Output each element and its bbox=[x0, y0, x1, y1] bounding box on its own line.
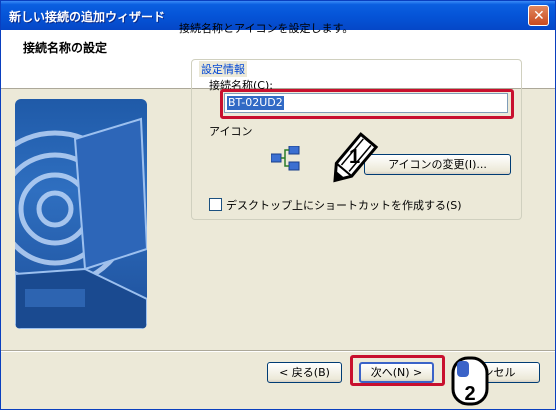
wizard-window: 新しい接続の追加ウィザード ✕ 接続名称の設定 接続名称とアイコンを設定します。… bbox=[0, 0, 556, 410]
page-title: 接続名称の設定 bbox=[23, 41, 108, 55]
step-2-label: 2 bbox=[464, 383, 475, 405]
network-connection-icon bbox=[271, 146, 300, 171]
window-title: 新しい接続の追加ウィザード bbox=[9, 10, 166, 24]
desktop-shortcut-label: デスクトップ上にショートカットを作成する(S) bbox=[226, 199, 462, 212]
highlight-name-field bbox=[220, 89, 514, 119]
intro-text: 接続名称とアイコンを設定します。 bbox=[179, 22, 354, 35]
highlight-next-button bbox=[350, 355, 445, 386]
mouse-click-icon: 2 bbox=[451, 356, 489, 406]
desktop-shortcut-checkbox[interactable] bbox=[209, 198, 222, 211]
close-button[interactable]: ✕ bbox=[528, 5, 549, 26]
pencil-pointer-icon: 1 bbox=[333, 132, 379, 183]
settings-group-title: 設定情報 bbox=[199, 61, 247, 77]
back-button[interactable]: < 戻る(B) bbox=[267, 362, 342, 383]
icon-label: アイコン bbox=[209, 125, 253, 138]
step-1-label: 1 bbox=[349, 146, 360, 168]
footer-divider bbox=[1, 350, 555, 352]
close-icon: ✕ bbox=[533, 8, 545, 24]
wizard-side-image bbox=[15, 99, 147, 329]
